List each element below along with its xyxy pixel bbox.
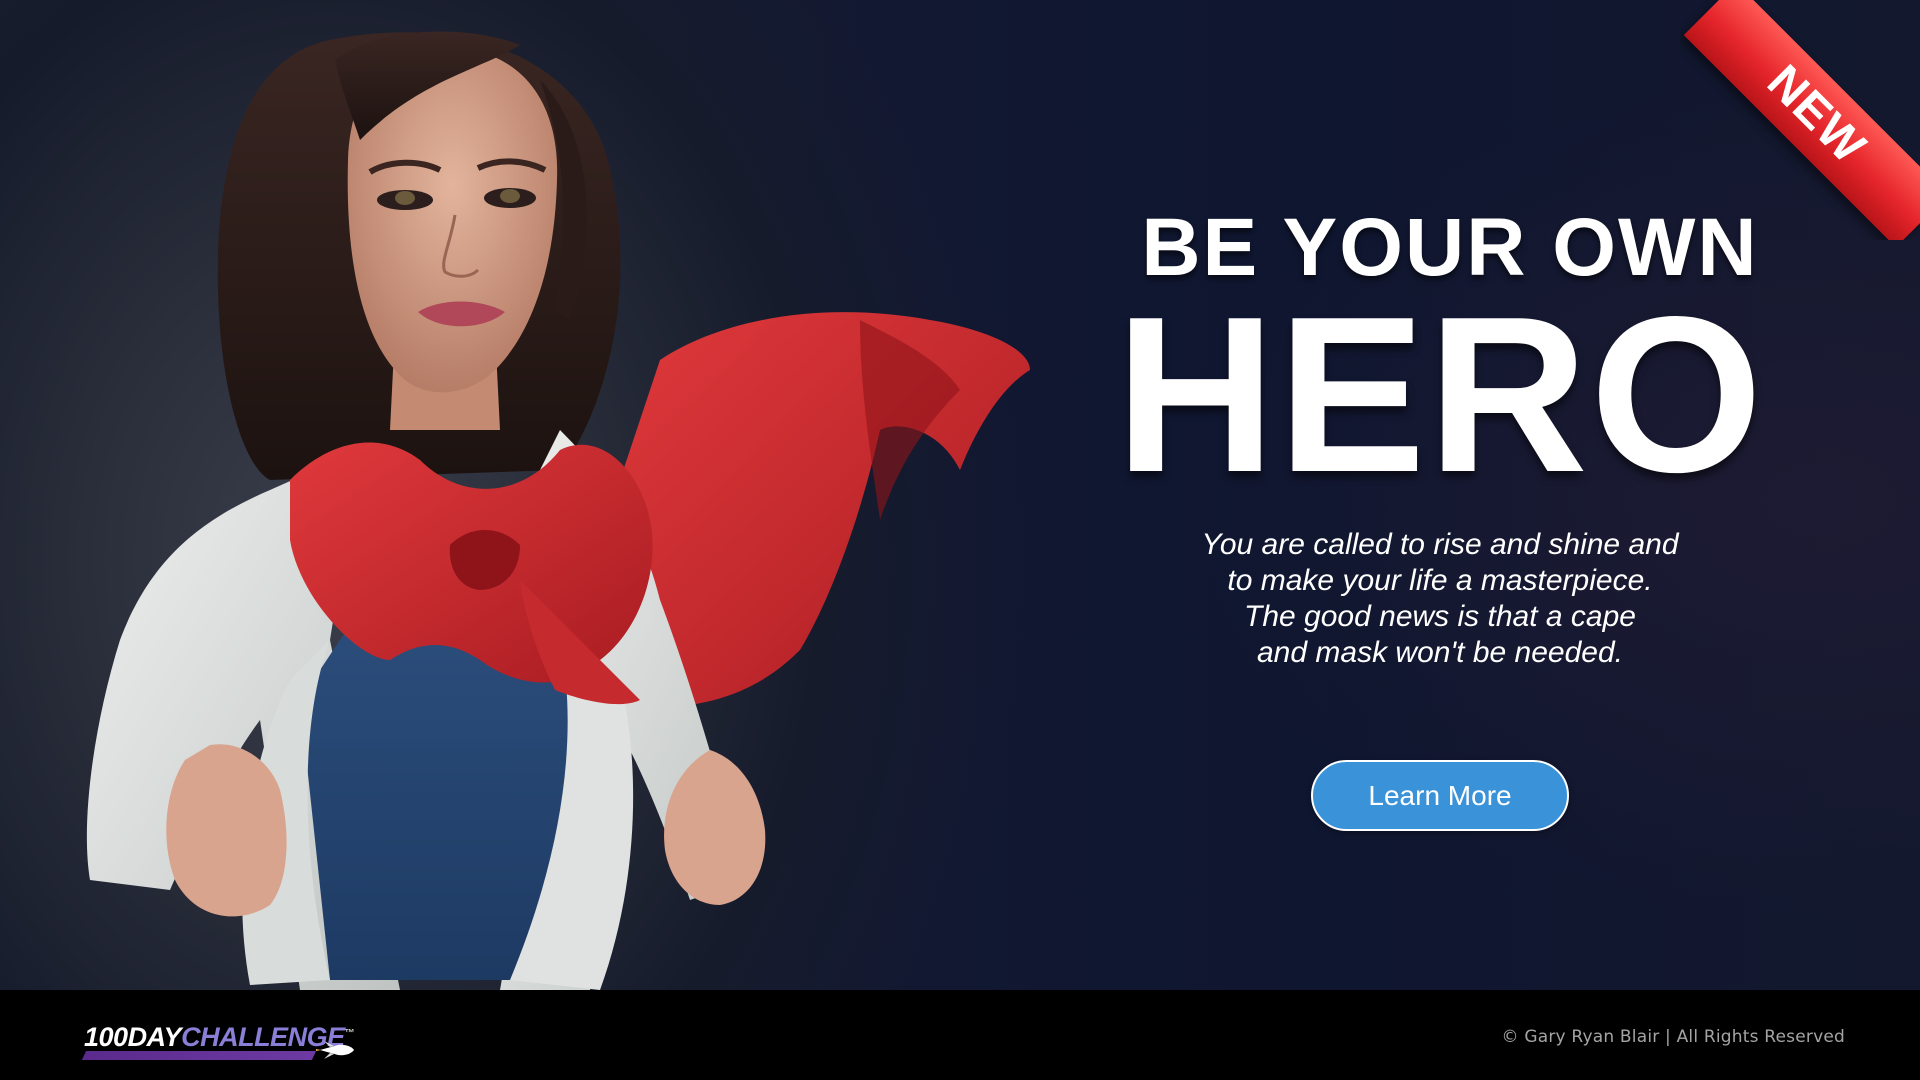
tagline-line: to make your life a masterpiece. xyxy=(1227,564,1653,597)
tagline-line: You are called to rise and shine and xyxy=(1201,528,1679,561)
tagline-line: and mask won't be needed. xyxy=(1257,636,1623,669)
rocket-icon xyxy=(316,1041,354,1059)
logo-underline-bar xyxy=(81,1051,317,1060)
logo-part-day: DAY xyxy=(127,1022,182,1052)
new-ribbon-label: NEW xyxy=(1756,55,1876,175)
copyright-text: © Gary Ryan Blair | All Rights Reserved xyxy=(1501,1027,1845,1047)
tagline: You are called to rise and shine and to … xyxy=(1120,527,1760,671)
logo-part-100: 100 xyxy=(84,1022,128,1052)
headline-hero: HERO xyxy=(1115,271,1765,519)
learn-more-button[interactable]: Learn More xyxy=(1311,760,1569,831)
hero-banner: NEW BE YOUR OWN HERO You are called to r… xyxy=(0,0,1920,990)
hero-photo xyxy=(86,31,1030,990)
tagline-line: The good news is that a cape xyxy=(1244,600,1636,633)
100-day-challenge-logo[interactable]: 100DAYCHALLENGE™ xyxy=(81,1018,364,1064)
page: NEW BE YOUR OWN HERO You are called to r… xyxy=(0,0,1920,1080)
logo-trademark: ™ xyxy=(344,1028,355,1039)
